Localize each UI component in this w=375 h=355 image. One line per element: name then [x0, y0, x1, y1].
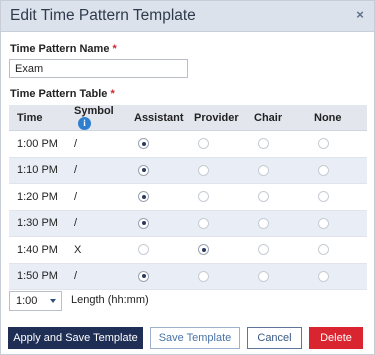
time-pattern-name-label-text: Time Pattern Name	[10, 43, 110, 55]
radio-cell-chair	[246, 210, 306, 237]
length-select[interactable]: 1:00	[9, 291, 62, 311]
radio-none[interactable]	[318, 217, 329, 229]
time-cell: 1:50 PM	[9, 263, 66, 290]
radio-chair[interactable]	[258, 138, 269, 150]
time-cell: 1:30 PM	[9, 210, 66, 237]
radio-provider[interactable]	[198, 217, 209, 229]
table-row: 1:20 PM /	[9, 183, 367, 211]
radio-assistant[interactable]	[138, 138, 149, 150]
symbol-cell: /	[66, 263, 126, 290]
radio-none[interactable]	[318, 138, 329, 150]
chevron-down-icon	[50, 299, 56, 303]
column-header-symbol: Symboli	[66, 105, 126, 131]
radio-cell-none	[306, 210, 367, 237]
radio-cell-assistant	[126, 157, 186, 184]
time-cell: 1:10 PM	[9, 157, 66, 184]
column-header-none: None	[306, 105, 367, 131]
column-header-symbol-text: Symbol	[74, 105, 114, 117]
time-cell: 1:00 PM	[9, 130, 66, 158]
time-pattern-name-input[interactable]	[9, 59, 188, 78]
apply-and-save-button[interactable]: Apply and Save Template	[8, 327, 143, 349]
column-header-time: Time	[9, 105, 66, 131]
radio-cell-assistant	[126, 263, 186, 290]
time-cell: 1:20 PM	[9, 183, 66, 211]
close-icon[interactable]: ×	[353, 7, 367, 23]
edit-time-pattern-dialog: Edit Time Pattern Template × Time Patter…	[0, 0, 375, 355]
radio-assistant[interactable]	[138, 217, 149, 229]
radio-cell-provider	[186, 236, 246, 264]
radio-chair[interactable]	[258, 217, 269, 229]
radio-cell-provider	[186, 263, 246, 290]
symbol-cell: /	[66, 183, 126, 211]
radio-cell-none	[306, 157, 367, 184]
radio-cell-chair	[246, 263, 306, 290]
radio-none[interactable]	[318, 164, 329, 176]
time-cell: 1:40 PM	[9, 236, 66, 264]
time-pattern-name-label: Time Pattern Name *	[10, 43, 117, 55]
symbol-cell: /	[66, 210, 126, 237]
delete-button[interactable]: Delete	[309, 327, 363, 349]
radio-cell-provider	[186, 130, 246, 158]
radio-assistant[interactable]	[138, 270, 149, 282]
column-header-provider: Provider	[186, 105, 246, 131]
radio-cell-none	[306, 263, 367, 290]
radio-cell-none	[306, 183, 367, 211]
time-pattern-table: Time Symboli Assistant Provider Chair No…	[9, 105, 367, 290]
radio-cell-chair	[246, 130, 306, 158]
radio-cell-chair	[246, 236, 306, 264]
radio-cell-none	[306, 236, 367, 264]
symbol-cell: /	[66, 157, 126, 184]
table-row: 1:00 PM /	[9, 130, 367, 158]
required-mark: *	[110, 88, 115, 100]
radio-provider[interactable]	[198, 138, 209, 150]
radio-cell-assistant	[126, 210, 186, 237]
length-select-value: 1:00	[16, 295, 38, 307]
radio-provider[interactable]	[198, 191, 209, 203]
radio-provider[interactable]	[198, 244, 209, 256]
radio-cell-chair	[246, 157, 306, 184]
radio-cell-assistant	[126, 130, 186, 158]
radio-cell-assistant	[126, 236, 186, 264]
table-row: 1:50 PM /	[9, 263, 367, 290]
radio-chair[interactable]	[258, 164, 269, 176]
table-row: 1:30 PM /	[9, 210, 367, 237]
radio-none[interactable]	[318, 244, 329, 256]
radio-cell-provider	[186, 157, 246, 184]
radio-cell-assistant	[126, 183, 186, 211]
dialog-title-bar: Edit Time Pattern Template ×	[1, 1, 374, 32]
save-template-button[interactable]: Save Template	[150, 327, 240, 349]
table-row: 1:40 PM X	[9, 236, 367, 264]
column-header-assistant: Assistant	[126, 105, 186, 131]
time-pattern-table-label-text: Time Pattern Table	[10, 88, 108, 100]
dialog-title: Edit Time Pattern Template	[10, 7, 196, 24]
radio-chair[interactable]	[258, 191, 269, 203]
length-label: Length (hh:mm)	[71, 294, 149, 306]
table-header-row: Time Symboli Assistant Provider Chair No…	[9, 105, 367, 131]
radio-cell-provider	[186, 183, 246, 211]
radio-cell-chair	[246, 183, 306, 211]
radio-provider[interactable]	[198, 270, 209, 282]
radio-none[interactable]	[318, 191, 329, 203]
table-row: 1:10 PM /	[9, 157, 367, 184]
time-pattern-table-label: Time Pattern Table *	[10, 88, 115, 100]
symbol-cell: /	[66, 130, 126, 158]
radio-assistant[interactable]	[138, 191, 149, 203]
radio-none[interactable]	[318, 270, 329, 282]
radio-chair[interactable]	[258, 244, 269, 256]
radio-chair[interactable]	[258, 270, 269, 282]
column-header-chair: Chair	[246, 105, 306, 131]
info-icon[interactable]: i	[78, 117, 91, 130]
radio-assistant[interactable]	[138, 164, 149, 176]
radio-cell-provider	[186, 210, 246, 237]
required-mark: *	[112, 43, 117, 55]
radio-provider[interactable]	[198, 164, 209, 176]
radio-cell-none	[306, 130, 367, 158]
cancel-button[interactable]: Cancel	[247, 327, 302, 349]
radio-assistant[interactable]	[138, 244, 149, 256]
symbol-cell: X	[66, 236, 126, 264]
